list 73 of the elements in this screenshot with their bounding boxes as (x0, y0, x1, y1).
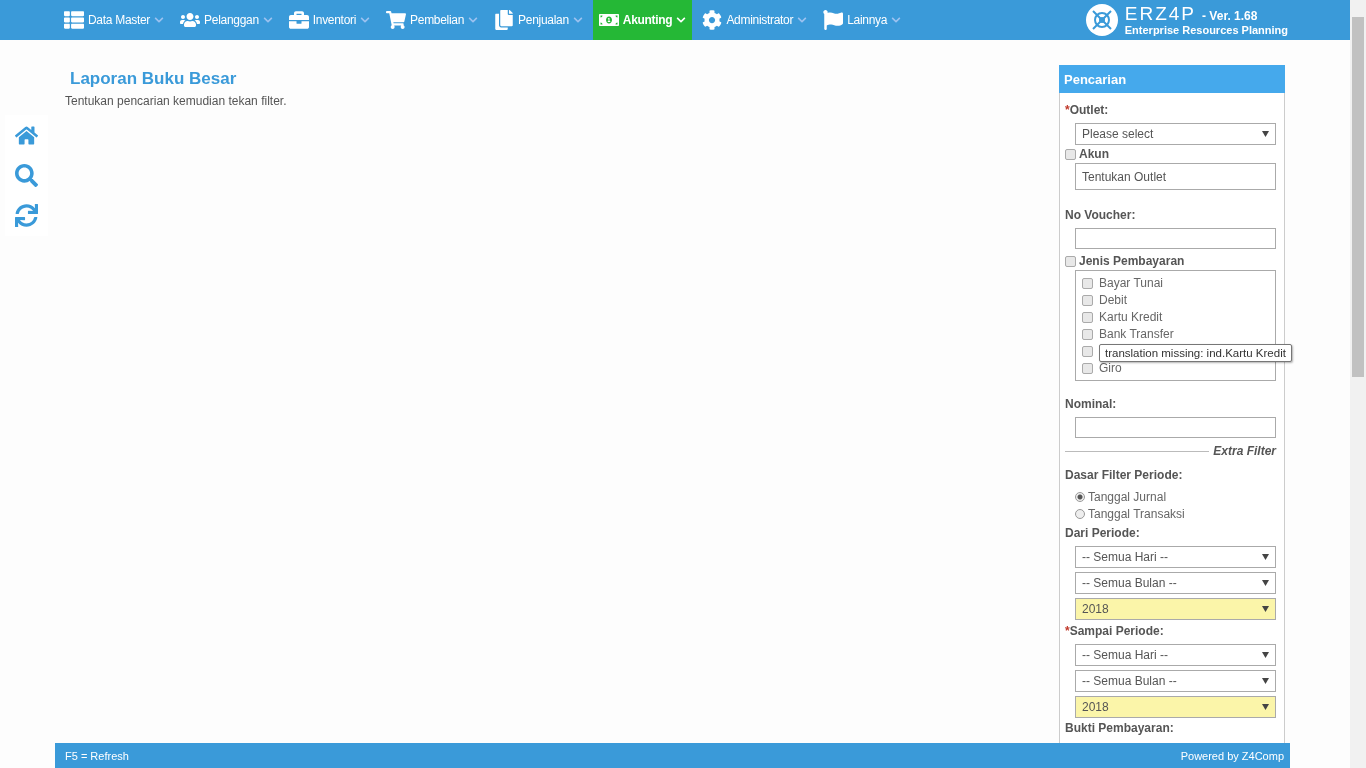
home-icon[interactable] (15, 123, 38, 147)
dropdown-field[interactable]: Please select (1075, 123, 1276, 145)
input-field[interactable] (1075, 417, 1276, 438)
extra-filter-label: Extra Filter (1213, 444, 1276, 458)
caret-icon (1262, 652, 1269, 658)
chevron-down-icon (154, 15, 165, 25)
radio-label: Tanggal Transaksi (1088, 506, 1185, 521)
checkbox[interactable] (1082, 362, 1093, 374)
caret-icon (1262, 554, 1269, 560)
field-label: *Outlet: (1065, 103, 1110, 117)
option-label: Giro (1099, 361, 1122, 375)
field-label: Dasar Filter Periode: (1065, 468, 1184, 482)
checkbox[interactable] (1082, 328, 1093, 340)
chevron-down-icon (891, 15, 902, 25)
radio-button[interactable] (1075, 491, 1085, 502)
tooltip: translation missing: ind.Kartu Kredit (1099, 344, 1292, 362)
dropdown-field[interactable]: -- Semua Hari -- (1075, 644, 1276, 666)
caret-icon (1262, 580, 1269, 586)
input-field[interactable]: Tentukan Outlet (1075, 163, 1276, 190)
checkbox[interactable] (1082, 311, 1093, 323)
chevron-down-icon (468, 15, 479, 25)
footer-hint: F5 = Refresh (65, 749, 129, 762)
flag-icon (823, 10, 844, 30)
checkbox-label: Jenis Pembayaran (1079, 254, 1185, 268)
caret-icon (1262, 704, 1269, 710)
dropdown-field[interactable]: 2018 (1075, 598, 1276, 620)
chevron-down-icon (262, 15, 273, 25)
page-title: Laporan Buku Besar (70, 69, 238, 89)
logo-icon (1084, 3, 1119, 37)
option-label: Bayar Tunai (1099, 276, 1164, 290)
cart-icon (386, 10, 407, 30)
checkbox[interactable] (1065, 148, 1076, 160)
option-label: Debit (1099, 293, 1127, 307)
dropdown-field[interactable]: -- Semua Bulan -- (1075, 572, 1276, 594)
input-field[interactable] (1075, 228, 1276, 249)
caret-icon (1262, 606, 1269, 612)
field-label: No Voucher: (1065, 208, 1137, 222)
field-label: Bukti Pembayaran: (1065, 721, 1175, 735)
chevron-down-icon (797, 15, 808, 25)
briefcase-icon (288, 10, 309, 30)
scrollbar[interactable] (1350, 0, 1366, 768)
panel-header: Pencarian (1059, 65, 1285, 93)
documents-icon (494, 10, 515, 30)
refresh-icon[interactable] (15, 204, 38, 228)
brand-logo-text: ERZ4P (1124, 4, 1197, 24)
field-label: Nominal: (1065, 397, 1118, 411)
checkbox[interactable] (1082, 277, 1093, 289)
page-hint: Tentukan pencarian kemudian tekan filter. (65, 94, 288, 108)
caret-icon (1262, 131, 1269, 137)
radio-button[interactable] (1075, 508, 1085, 519)
checkbox-label: Akun (1079, 147, 1109, 161)
option-label: Kartu Kredit (1099, 310, 1163, 324)
checkbox[interactable] (1082, 345, 1093, 357)
version-text: - Ver. 1.68 (1202, 9, 1258, 23)
chevron-down-icon (360, 15, 371, 25)
brand-subtitle: Enterprise Resources Planning (1124, 24, 1288, 36)
chevron-down-icon (676, 15, 687, 25)
checkbox[interactable] (1065, 255, 1076, 267)
dropdown-field[interactable]: 2018 (1075, 696, 1276, 718)
users-icon (180, 10, 201, 30)
chevron-down-icon (572, 15, 583, 25)
list-icon (64, 10, 84, 30)
settings-icon (702, 10, 723, 30)
footer-credit: Powered by Z4Comp (1180, 749, 1284, 762)
dropdown-field[interactable]: -- Semua Hari -- (1075, 546, 1276, 568)
checkbox[interactable] (1082, 294, 1093, 306)
field-label: Dari Periode: (1065, 526, 1141, 540)
field-label: *Sampai Periode: (1065, 624, 1165, 638)
search-icon[interactable] (15, 164, 38, 187)
radio-label: Tanggal Jurnal (1088, 489, 1167, 504)
option-label: Bank Transfer (1099, 327, 1174, 341)
dropdown-field[interactable]: -- Semua Bulan -- (1075, 670, 1276, 692)
caret-icon (1262, 678, 1269, 684)
